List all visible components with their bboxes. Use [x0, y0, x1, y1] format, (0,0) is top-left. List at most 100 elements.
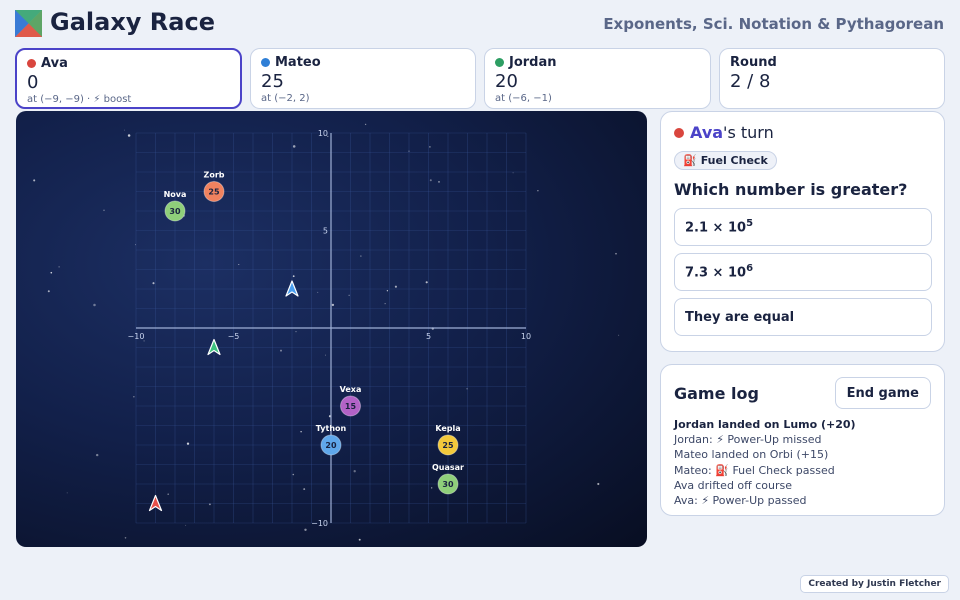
player-position: at (−2, 2)	[261, 93, 310, 104]
log-entry: Mateo: ⛽ Fuel Check passed	[674, 463, 835, 477]
star-dot	[304, 528, 307, 531]
y-tick-label: −10	[311, 519, 328, 528]
star-dot	[348, 294, 350, 296]
round-card: Round 2 / 8	[719, 48, 945, 109]
star-dot	[127, 134, 131, 137]
star-dot	[364, 123, 367, 126]
player-color-dot	[495, 58, 504, 67]
log-entry: Ava: ⚡ Power-Up passed	[674, 494, 807, 508]
star-dot	[292, 145, 296, 148]
star-dot	[537, 189, 539, 192]
star-dot	[66, 492, 68, 494]
galaxy-race-logo-icon	[15, 10, 42, 37]
log-entry: Mateo landed on Orbi (+15)	[674, 448, 829, 462]
answer-option-1[interactable]: 2.1 × 105	[674, 208, 932, 246]
star-dot	[597, 482, 600, 486]
planet-points: 15	[345, 402, 357, 411]
star-dot	[95, 453, 99, 457]
answer-option-text: They are equal	[685, 309, 795, 325]
star-dot	[292, 473, 295, 476]
star-dot	[103, 209, 105, 212]
end-game-button[interactable]: End game	[834, 377, 931, 409]
y-tick-label: 5	[323, 227, 328, 236]
star-dot	[295, 331, 297, 333]
game-log-title: Game log	[674, 383, 759, 403]
player-name: Mateo	[275, 55, 321, 70]
x-tick-label: 10	[521, 332, 531, 341]
player-card-ava: Ava 0 at (−9, −9) · ⚡ boost	[15, 48, 242, 109]
x-tick-label: −5	[228, 332, 240, 341]
star-dot	[185, 524, 187, 526]
player-card-jordan: Jordan 20 at (−6, −1)	[484, 48, 711, 109]
star-dot	[124, 537, 127, 539]
star-dot	[317, 291, 319, 293]
player-name: Jordan	[509, 55, 557, 70]
star-dot	[615, 252, 617, 255]
answer-option-2[interactable]: 7.3 × 106	[674, 253, 932, 291]
star-dot	[431, 487, 433, 489]
coordinate-grid: −10 −5 5 10 10 5 −10 Zorb 25 Nova 30 Vexa 15 Tython 20…	[33, 123, 620, 541]
game-board[interactable]: −10 −5 5 10 10 5 −10 Zorb 25 Nova 30 Vexa 15 Tython 20…	[16, 111, 647, 547]
star-dot	[93, 303, 96, 307]
star-dot	[394, 285, 397, 288]
answer-option-text: 7.3 × 10	[685, 265, 747, 281]
star-dot	[438, 181, 440, 183]
star-dot	[331, 303, 335, 307]
star-dot	[280, 349, 282, 352]
star-dot	[512, 172, 514, 174]
star-dot	[360, 255, 362, 257]
star-dot	[238, 264, 240, 265]
y-tick-label: 10	[318, 129, 328, 138]
star-dot	[152, 282, 155, 285]
planet-points: 30	[169, 207, 181, 216]
planet-name-vexa: Vexa	[340, 385, 362, 394]
player-score: 20	[495, 71, 518, 92]
log-entry: Ava drifted off course	[674, 478, 793, 492]
player-score: 0	[27, 72, 39, 93]
star-dot	[353, 470, 356, 473]
star-dot	[133, 396, 135, 398]
player-color-dot	[27, 59, 36, 68]
answer-option-exponent: 6	[746, 263, 754, 275]
star-dot	[167, 493, 170, 496]
star-dot	[384, 303, 386, 305]
planet-points: 30	[442, 480, 454, 489]
star-dot	[429, 179, 432, 182]
planet-name-tython: Tython	[316, 424, 347, 433]
log-entry: Jordan landed on Lumo (+20)	[674, 418, 856, 431]
planet-name-nova: Nova	[164, 190, 187, 199]
planet-name-kepla: Kepla	[435, 424, 460, 433]
player-name: Ava	[41, 56, 68, 71]
planet-points: 25	[208, 188, 220, 197]
turn-suffix: 's turn	[723, 123, 774, 142]
star-dot	[47, 290, 50, 293]
round-label: Round	[730, 55, 777, 70]
star-dot	[303, 488, 306, 491]
answer-option-text: 2.1 × 10	[685, 220, 747, 236]
player-card-mateo: Mateo 25 at (−2, 2)	[250, 48, 476, 109]
game-log-list: Jordan landed on Lumo (+20) Jordan: ⚡ Po…	[674, 417, 931, 508]
star-dot	[292, 275, 295, 278]
credit-badge: Created by Justin Fletcher	[800, 575, 949, 593]
star-dot	[325, 354, 326, 356]
planet-name-quasar: Quasar	[432, 463, 464, 472]
turn-panel: Ava's turn ⛽ Fuel Check Which number is …	[660, 111, 945, 352]
round-value: 2 / 8	[730, 71, 771, 92]
planet-name-zorb: Zorb	[204, 171, 225, 180]
star-dot	[123, 129, 125, 131]
x-tick-label: 5	[426, 332, 431, 341]
player-score: 25	[261, 71, 284, 92]
turn-player-dot	[674, 127, 684, 138]
planet-points: 25	[442, 441, 454, 450]
turn-player-name: Ava	[690, 123, 724, 142]
star-dot	[425, 281, 428, 284]
player-position: at (−9, −9) · ⚡ boost	[27, 94, 132, 105]
game-log-panel: Game log End game Jordan landed on Lumo …	[660, 364, 945, 516]
star-dot	[358, 538, 361, 541]
challenge-badge-label: Fuel Check	[700, 154, 768, 167]
log-entry: Jordan: ⚡ Power-Up missed	[674, 433, 822, 447]
player-color-dot	[261, 58, 270, 67]
star-dot	[33, 179, 36, 182]
answer-option-3[interactable]: They are equal	[674, 298, 932, 336]
star-dot	[386, 290, 389, 292]
